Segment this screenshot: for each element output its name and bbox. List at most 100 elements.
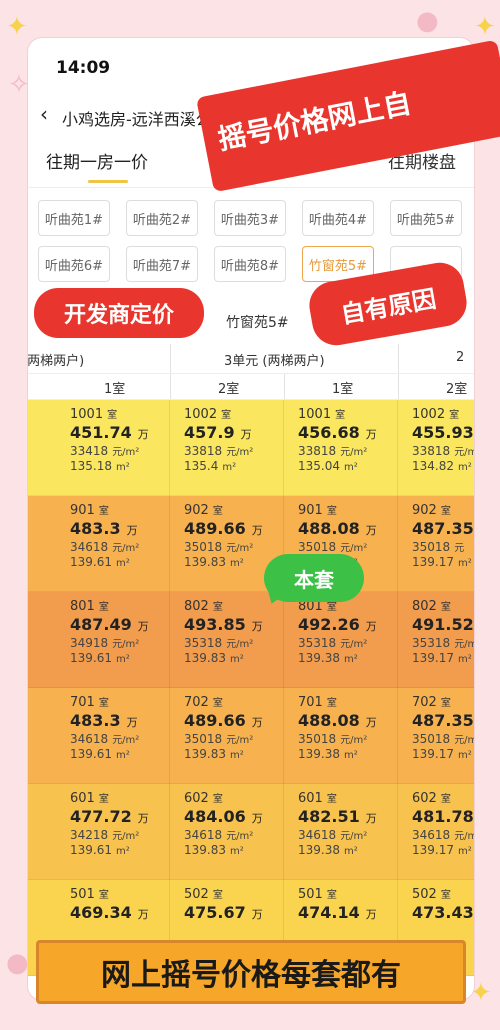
building-chip[interactable]: 听曲苑6#: [38, 246, 110, 282]
room-number: 1002 室: [412, 407, 460, 422]
room-unit-price: 34618元/m²: [184, 828, 254, 842]
room-cell[interactable]: 801 室 487.49 万 34918 元/m² 139.61 m²: [56, 592, 170, 688]
room-price: 484.06 万: [184, 807, 263, 826]
building-chip[interactable]: 听曲苑1#: [38, 200, 110, 236]
this-unit-bubble: 本套: [264, 554, 364, 602]
room-price: 481.78万: [412, 807, 474, 826]
apple-icon: ●: [6, 948, 29, 978]
room-cell[interactable]: 1001 室 451.74 万 33418 元/m² 135.18 m²: [56, 400, 170, 496]
room-unit-price: [412, 923, 474, 937]
room-cell[interactable]: 901 室 483.3 万 34618 元/m² 139.61 m²: [56, 496, 170, 592]
room-cell[interactable]: 601 室 482.51 万 34618 元/m² 139.38 m²: [284, 784, 398, 880]
room-unit-price: 35018元/m²: [298, 540, 368, 554]
room-area: 139.38m²: [298, 843, 358, 857]
room-number: 602 室: [412, 791, 451, 806]
room-price: 477.72 万: [70, 807, 149, 826]
floor-row: 601 室 477.72 万 34218 元/m² 139.61 m² 602 室 484.06 万 3…: [28, 784, 474, 880]
unit-header: 2: [456, 350, 465, 365]
room-number: 801 室: [70, 599, 109, 614]
room-price: 483.3 万: [70, 519, 138, 538]
building-chip[interactable]: 听曲苑3#: [214, 200, 286, 236]
room-number: 901 室: [298, 503, 337, 518]
room-cell[interactable]: 801 室 492.26 万 35318 元/m² 139.38 m²: [284, 592, 398, 688]
room-number: 502 室: [412, 887, 451, 902]
building-chip[interactable]: 听曲苑7#: [126, 246, 198, 282]
room-price: 492.26 万: [298, 615, 377, 634]
room-unit-price: 33818元/m²: [184, 444, 254, 458]
room-area: 139.61 m²: [70, 651, 130, 665]
room-number: 602 室: [184, 791, 223, 806]
unit-header: (两梯两户): [28, 354, 85, 369]
room-number: 1002 室: [184, 407, 232, 422]
room-price: 455.93万: [412, 423, 474, 442]
room-number: 502 室: [184, 887, 223, 902]
room-number: 1001 室: [70, 407, 118, 422]
room-cell[interactable]: 902室487.35万 35018元139.17m²: [398, 496, 474, 592]
room-number: 702 室: [184, 695, 223, 710]
room-area: 139.83 m²: [184, 843, 244, 857]
star-icon: ✦: [6, 12, 28, 42]
room-unit-price: 35318元/m²: [298, 636, 368, 650]
room-cell[interactable]: 701 室 483.3 万 34618 元/m² 139.61 m²: [56, 688, 170, 784]
building-chip[interactable]: 听曲苑5#: [390, 200, 462, 236]
room-number: 902 室: [184, 503, 223, 518]
room-price: 487.49 万: [70, 615, 149, 634]
room-price: 488.08 万: [298, 711, 377, 730]
room-cell[interactable]: 602 室 484.06 万 34618 元/m² 139.83 m²: [170, 784, 284, 880]
room-price: 488.08 万: [298, 519, 377, 538]
room-unit-price: 35018元/m²: [298, 732, 368, 746]
room-header: 2室: [446, 382, 468, 397]
room-area: 139.83 m²: [184, 747, 244, 761]
room-number: 601 室: [298, 791, 337, 806]
room-cell[interactable]: 802 室 493.85 万 35318 元/m² 139.83 m²: [170, 592, 284, 688]
room-price: 482.51 万: [298, 807, 377, 826]
room-cell[interactable]: 702 室 489.66 万 35018 元/m² 139.83 m²: [170, 688, 284, 784]
room-cell[interactable]: 802室491.52万 35318元/m²139.17m²: [398, 592, 474, 688]
room-price: 469.34 万: [70, 903, 149, 922]
room-unit-price: 35018 元: [412, 540, 465, 554]
room-price: 456.68 万: [298, 423, 377, 442]
room-number: 802 室: [412, 599, 451, 614]
room-price: 491.52万: [412, 615, 474, 634]
floor-row: 901 室 483.3 万 34618 元/m² 139.61 m² 902 室 489.66 万 35…: [28, 496, 474, 592]
room-area: 139.17 m²: [412, 747, 472, 761]
sparkle-icon: ✧: [8, 70, 30, 100]
building-chip[interactable]: 听曲苑2#: [126, 200, 198, 236]
room-cell[interactable]: 601 室 477.72 万 34218 元/m² 139.61 m²: [56, 784, 170, 880]
unit-header: 3单元 (两梯两户): [224, 354, 325, 369]
room-area: 139.17 m²: [412, 555, 472, 569]
room-cell[interactable]: 1002 室 457.9 万 33818 元/m² 135.4 m²: [170, 400, 284, 496]
room-area: 139.61 m²: [70, 747, 130, 761]
room-unit-price: 35318元/m²: [184, 636, 254, 650]
room-cell[interactable]: 602室481.78万 34618元/m²139.17m²: [398, 784, 474, 880]
building-chip[interactable]: 听曲苑8#: [214, 246, 286, 282]
status-time: 14:09: [56, 58, 111, 78]
room-unit-price: 33818元/m²: [412, 444, 474, 458]
room-area: 139.83 m²: [184, 651, 244, 665]
room-area: 139.38m²: [298, 747, 358, 761]
room-header: 2室: [218, 382, 240, 397]
room-number: 702 室: [412, 695, 451, 710]
building-chip[interactable]: 听曲苑4#: [302, 200, 374, 236]
room-number: 501 室: [70, 887, 109, 902]
back-icon[interactable]: ‹: [40, 102, 48, 126]
room-cell[interactable]: 701 室 488.08 万 35018 元/m² 139.38 m²: [284, 688, 398, 784]
room-unit-price: 33418 元/m²: [70, 444, 140, 458]
room-cell[interactable]: 1002室455.93万 33818元/m²134.82m²: [398, 400, 474, 496]
room-area: 139.17 m²: [412, 651, 472, 665]
room-price: 489.66 万: [184, 711, 263, 730]
floor-row: 801 室 487.49 万 34918 元/m² 139.61 m² 802 室 493.85 万 3…: [28, 592, 474, 688]
room-number: 1001 室: [298, 407, 346, 422]
room-price: 475.67 万: [184, 903, 263, 922]
room-unit-price: 35018元/m²: [184, 732, 254, 746]
room-unit-price: 35018元/m²: [184, 540, 254, 554]
room-price: 487.35万: [412, 519, 474, 538]
room-number: 902 室: [412, 503, 451, 518]
room-cell[interactable]: 702室487.35万 35018元/m²139.17m²: [398, 688, 474, 784]
floor-row: 701 室 483.3 万 34618 元/m² 139.61 m² 702 室 489.66 万 35…: [28, 688, 474, 784]
room-unit-price: 34618元/m²: [298, 828, 368, 842]
room-area: 135.4 m²: [184, 459, 237, 473]
room-unit-price: 35018元/m²: [412, 732, 474, 746]
room-cell[interactable]: 1001 室 456.68 万 33818 元/m² 135.04 m²: [284, 400, 398, 496]
tab-price-list[interactable]: 往期一房一价: [46, 148, 148, 173]
